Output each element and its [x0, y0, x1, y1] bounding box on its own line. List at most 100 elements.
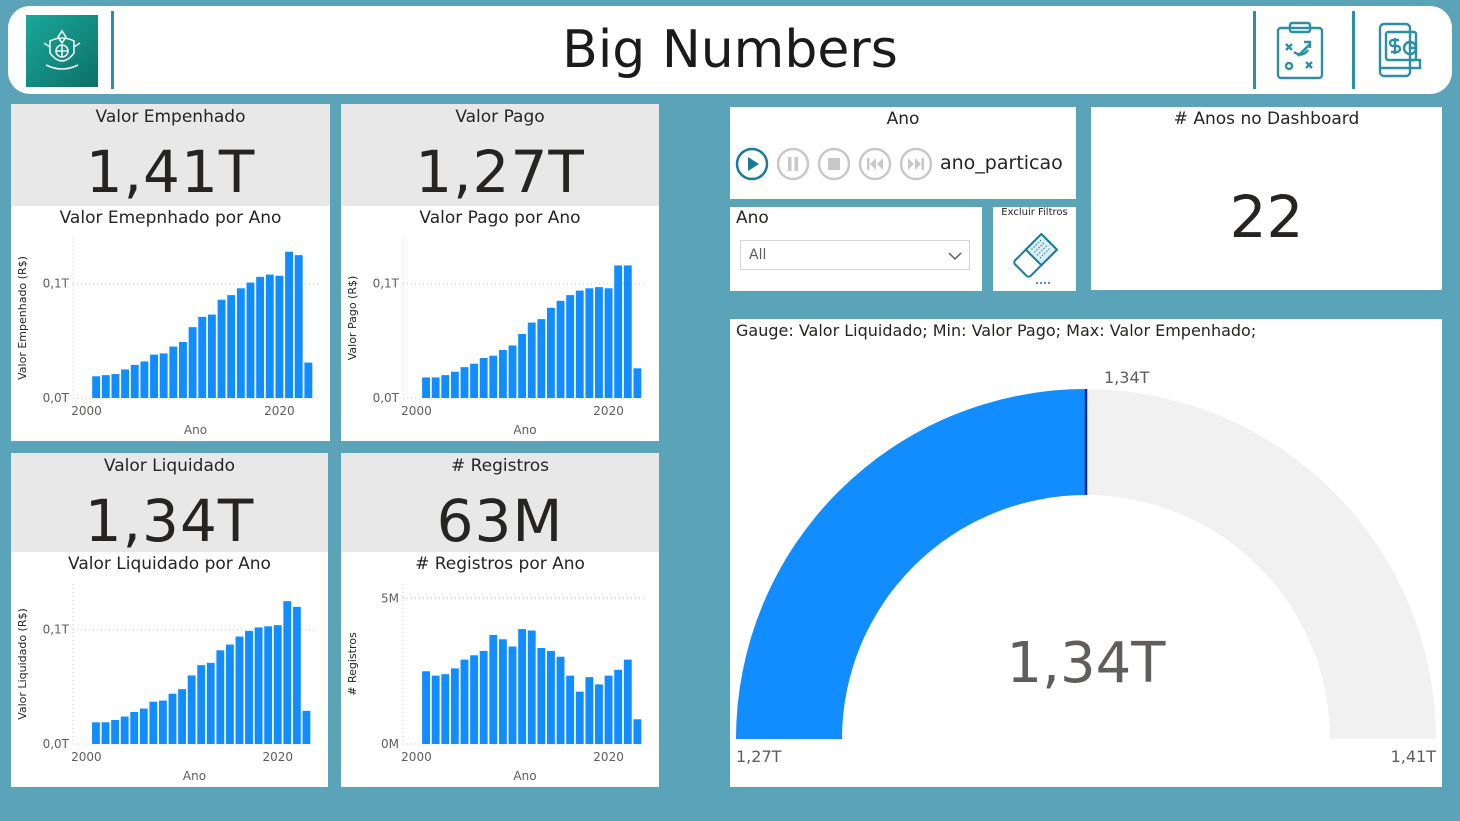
bar[interactable] — [566, 675, 575, 744]
bar[interactable] — [527, 322, 536, 398]
bar[interactable] — [479, 358, 488, 398]
bar[interactable] — [614, 265, 623, 398]
bar[interactable] — [149, 701, 158, 744]
bar[interactable] — [595, 287, 603, 398]
gauge-card[interactable]: Gauge: Valor Liquidado; Min: Valor Pago;… — [730, 319, 1442, 787]
bar-chart[interactable]: 5M 0M2000 2020 Ano # Registros — [341, 578, 659, 787]
bar[interactable] — [198, 316, 207, 398]
bar[interactable] — [546, 650, 555, 744]
bar[interactable] — [422, 377, 430, 398]
bar[interactable] — [292, 606, 301, 744]
bar[interactable] — [265, 274, 274, 398]
skip-forward-icon[interactable] — [899, 147, 933, 181]
bar[interactable] — [246, 282, 255, 398]
bar[interactable] — [431, 377, 440, 398]
stop-icon[interactable] — [817, 147, 851, 181]
bar[interactable] — [614, 669, 623, 744]
bar[interactable] — [302, 710, 311, 744]
bar[interactable] — [273, 625, 282, 744]
bar[interactable] — [470, 655, 479, 744]
bar[interactable] — [575, 691, 584, 744]
bar[interactable] — [159, 700, 167, 744]
bar[interactable] — [130, 364, 139, 398]
bar[interactable] — [140, 361, 149, 398]
bar[interactable] — [111, 720, 120, 744]
bar[interactable] — [460, 659, 469, 744]
bar[interactable] — [101, 722, 110, 744]
bar[interactable] — [566, 295, 575, 398]
bar-chart[interactable]: 0,1T 0,0T2000 2020 Ano Valor Liquidado (R$) — [11, 578, 328, 787]
skip-back-icon[interactable] — [858, 147, 892, 181]
bar[interactable] — [498, 639, 507, 744]
bar[interactable] — [92, 722, 100, 744]
bar[interactable] — [489, 634, 498, 744]
bar[interactable] — [101, 375, 110, 398]
bar[interactable] — [236, 288, 245, 398]
play-icon[interactable] — [735, 147, 769, 181]
bar[interactable] — [187, 675, 196, 744]
bar[interactable] — [197, 665, 206, 744]
bar[interactable] — [489, 355, 498, 398]
bar[interactable] — [546, 307, 555, 398]
bar[interactable] — [498, 350, 507, 398]
bar[interactable] — [441, 375, 450, 398]
bar[interactable] — [245, 630, 253, 744]
bar[interactable] — [150, 354, 158, 398]
kpi-card-valor-pago[interactable]: Valor Pago 1,27T Valor Pago por Ano 0,1T… — [341, 104, 659, 441]
bar[interactable] — [256, 276, 265, 398]
bar[interactable] — [227, 295, 236, 398]
bar[interactable] — [179, 342, 187, 398]
bar[interactable] — [585, 288, 594, 398]
bar-chart[interactable]: 0,1T 0,0T2000 2020 Ano Valor Empenhado (R$) — [11, 232, 330, 441]
bar[interactable] — [556, 300, 565, 398]
bar[interactable] — [537, 648, 546, 744]
bar[interactable] — [633, 368, 642, 398]
ano-dropdown[interactable]: All — [740, 240, 970, 270]
bar[interactable] — [623, 659, 632, 744]
bar[interactable] — [264, 626, 273, 744]
bar[interactable] — [111, 374, 120, 398]
bar[interactable] — [217, 299, 226, 398]
bar[interactable] — [604, 288, 613, 398]
bar[interactable] — [518, 629, 527, 744]
bar[interactable] — [508, 345, 517, 398]
bar[interactable] — [285, 251, 294, 398]
bar[interactable] — [304, 362, 313, 398]
bar[interactable] — [188, 327, 197, 398]
bar[interactable] — [441, 674, 450, 744]
bar[interactable] — [470, 363, 479, 398]
bar[interactable] — [479, 650, 488, 744]
strategy-clipboard-icon[interactable] — [1274, 20, 1326, 82]
bar[interactable] — [595, 684, 603, 744]
bar[interactable] — [120, 716, 129, 744]
bar[interactable] — [556, 656, 565, 744]
bar[interactable] — [159, 353, 168, 398]
bar[interactable] — [575, 290, 584, 398]
bar[interactable] — [450, 371, 459, 398]
bar[interactable] — [294, 255, 303, 398]
bar[interactable] — [225, 644, 234, 744]
bar[interactable] — [633, 719, 642, 744]
bar[interactable] — [431, 675, 440, 744]
bar[interactable] — [283, 601, 292, 744]
bar[interactable] — [206, 662, 215, 744]
kpi-card-valor-empenhado[interactable]: Valor Empenhado 1,41T Valor Emepnhado po… — [11, 104, 330, 441]
bar[interactable] — [169, 346, 178, 398]
bar[interactable] — [527, 630, 536, 744]
pause-icon[interactable] — [776, 147, 810, 181]
bar[interactable] — [422, 671, 430, 744]
bar[interactable] — [604, 675, 613, 744]
bar[interactable] — [139, 708, 148, 744]
kpi-card-registros[interactable]: # Registros 63M # Registros por Ano 5M 0M… — [341, 453, 659, 787]
bar[interactable] — [460, 367, 469, 398]
bar[interactable] — [275, 275, 284, 398]
bar[interactable] — [92, 376, 101, 398]
bar[interactable] — [450, 668, 459, 744]
bar[interactable] — [518, 334, 527, 398]
bar[interactable] — [537, 319, 546, 398]
bar[interactable] — [623, 265, 632, 398]
bar-chart[interactable]: 0,1T 0,0T2000 2020 Ano Valor Pago (R$) — [341, 232, 659, 441]
bar[interactable] — [178, 689, 186, 744]
mobile-finance-icon[interactable] — [1374, 20, 1426, 82]
bar[interactable] — [235, 636, 244, 744]
